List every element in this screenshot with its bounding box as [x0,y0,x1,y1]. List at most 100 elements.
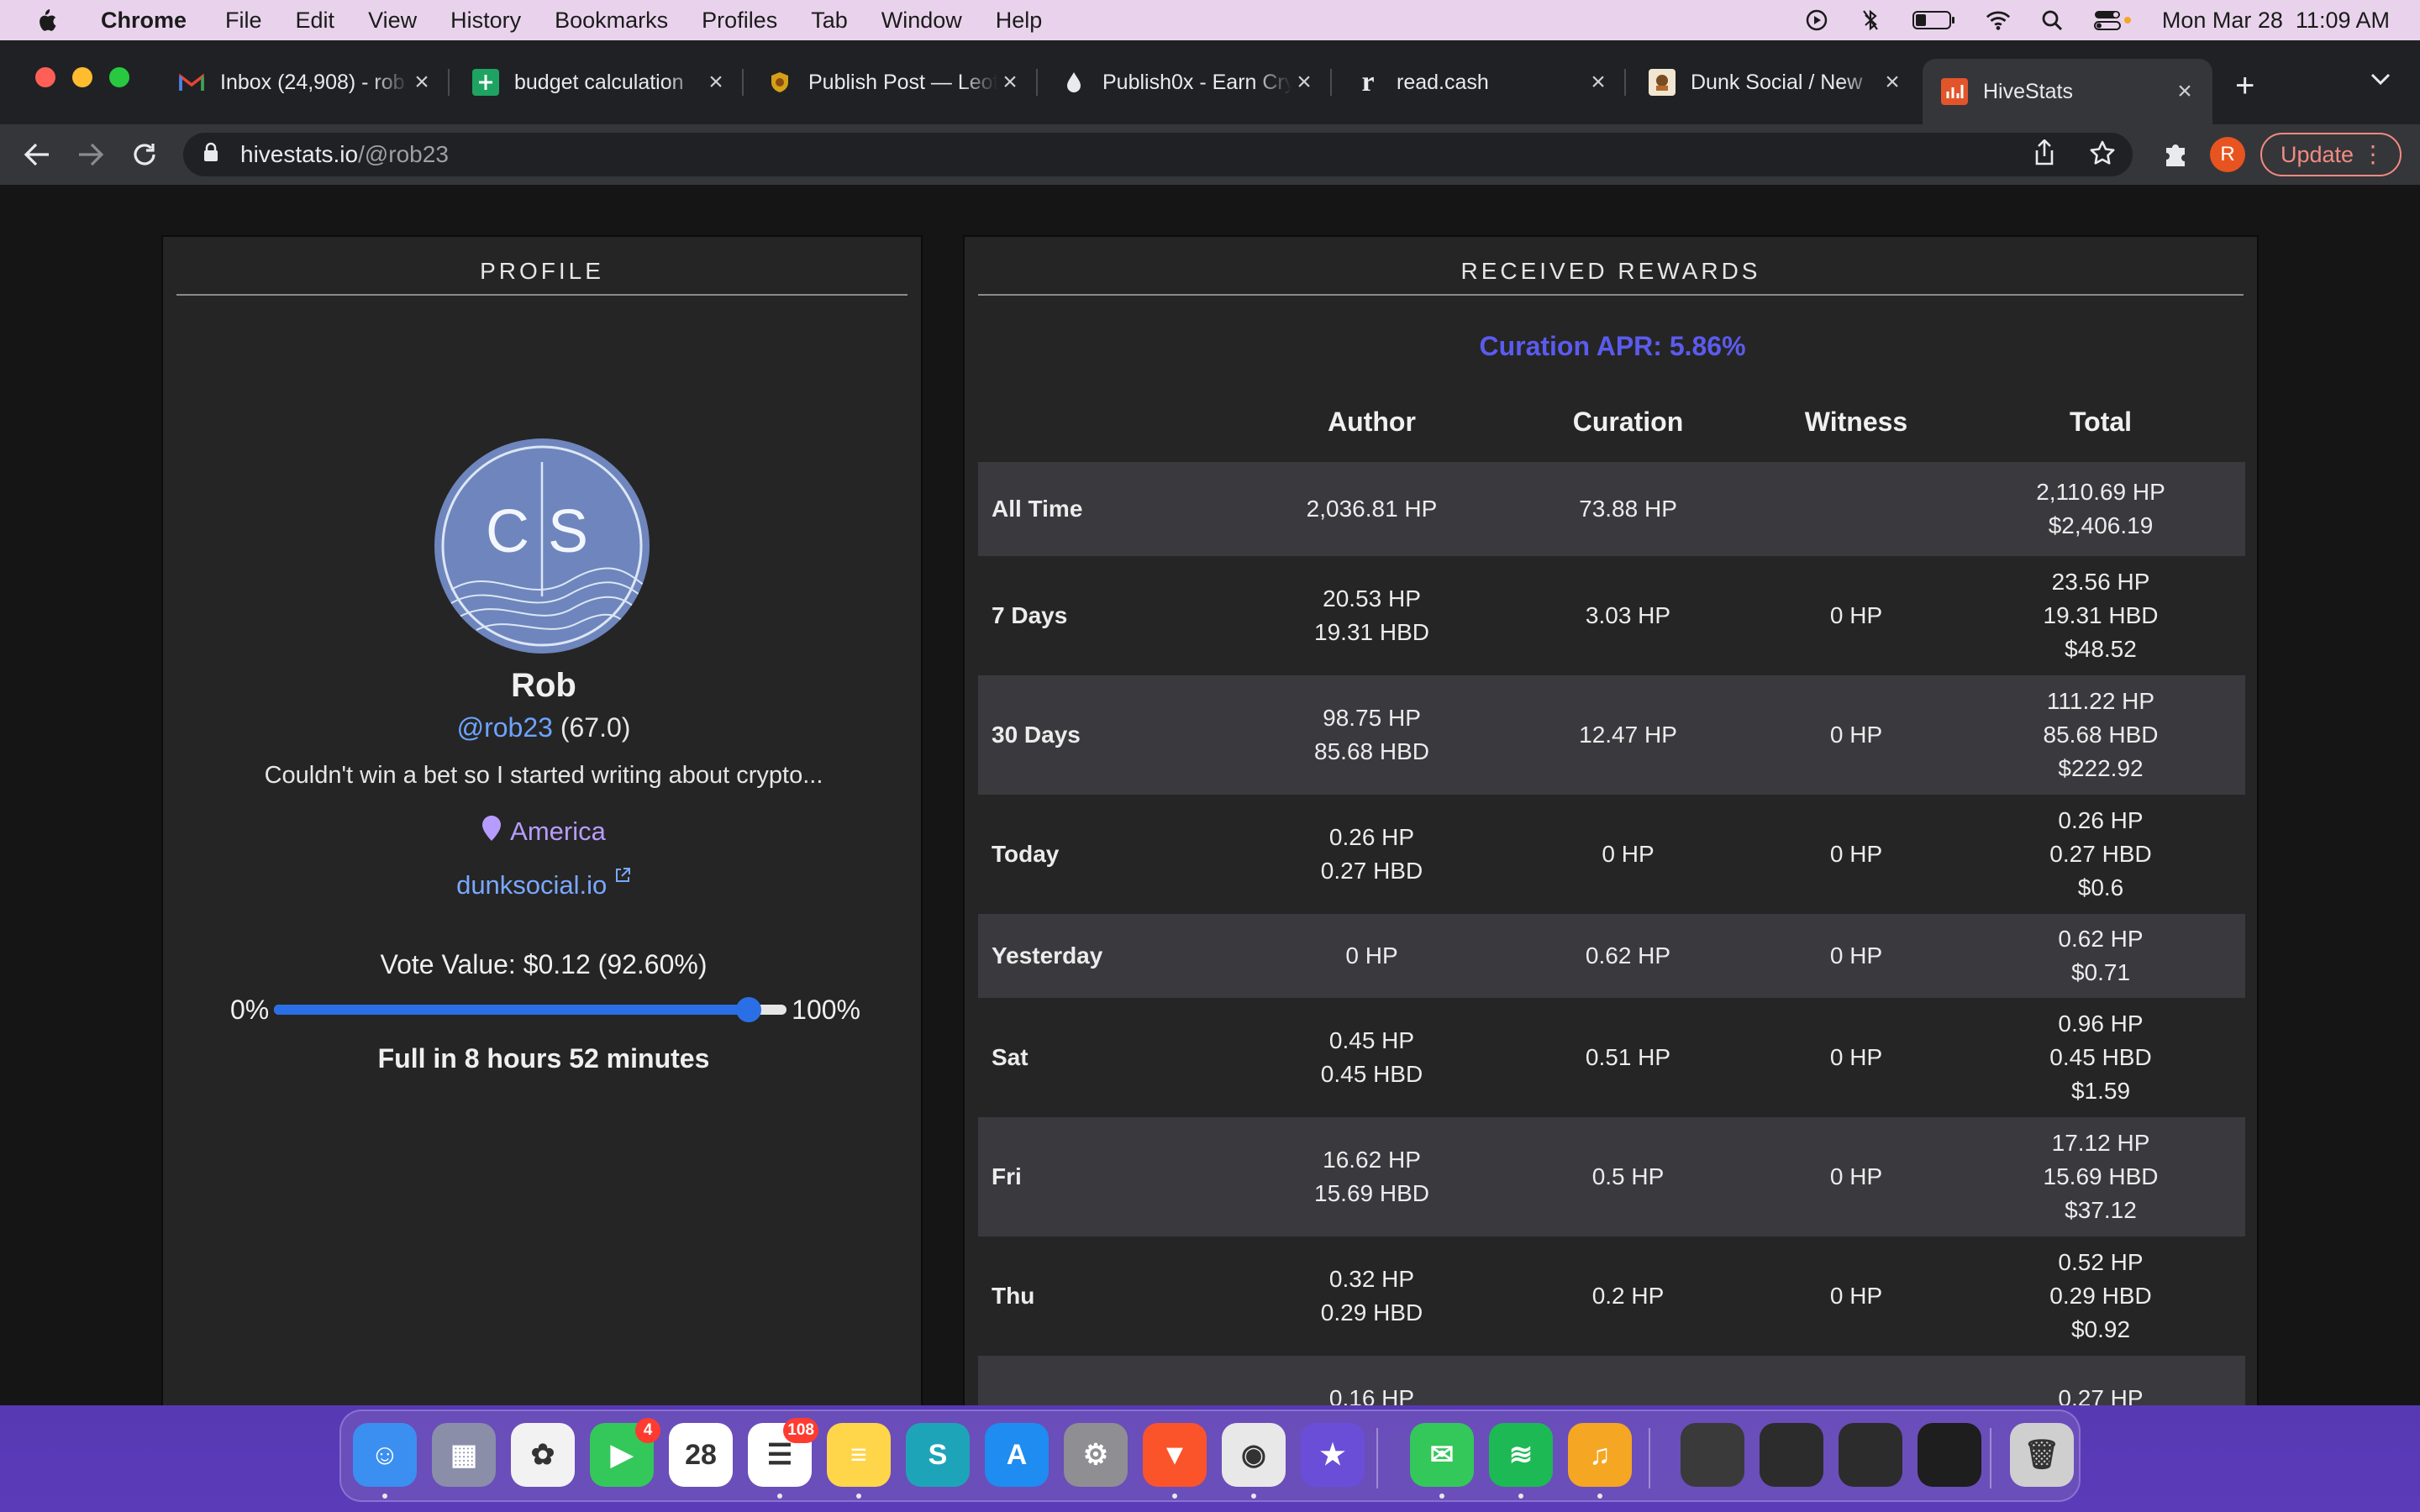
spotify-icon[interactable]: ≋ [1489,1423,1553,1487]
close-tab-icon[interactable]: × [1586,68,1611,97]
apple-menu-icon[interactable] [30,5,60,35]
menu-help[interactable]: Help [979,8,1060,34]
column-header-author: Author [1328,406,1416,437]
tab-publish-post[interactable]: Publish Post — Leofinance × [748,59,1038,106]
total-cell: 17.12 HP 15.69 HBD $37.12 [1956,1117,2245,1236]
witness-cell: 0 HP [1756,1117,1956,1236]
garageband-icon[interactable]: ♫ [1568,1423,1632,1487]
menu-profiles[interactable]: Profiles [685,8,794,34]
page-content: PROFILE CS Rob @rob23 (67.0) Couldn't wi… [0,185,2420,1405]
media-play-icon[interactable] [1804,8,1829,33]
profile-name: Rob [511,667,576,704]
close-tab-icon[interactable]: × [2172,77,2197,106]
imovie-icon[interactable]: ★ [1301,1423,1365,1487]
spotlight-search-icon[interactable] [2039,8,2065,33]
witness-cell-value: 0 HP [1756,1399,1956,1405]
settings-icon[interactable]: ⚙ [1064,1423,1128,1487]
witness-cell-value: 0 HP [1829,1044,1883,1070]
menu-window[interactable]: Window [865,8,979,34]
profile-avatar-button[interactable]: R [2210,137,2245,172]
menu-view[interactable]: View [351,8,434,34]
window-preview-2-icon[interactable] [1760,1423,1823,1487]
witness-cell: 0 HP [1756,556,1956,675]
reminders-icon[interactable]: ☰ 108 [748,1418,818,1487]
rewards-heading: RECEIVED REWARDS [978,249,2244,296]
wifi-icon[interactable] [1986,8,2011,33]
close-tab-icon[interactable]: × [703,68,729,97]
menu-bookmarks[interactable]: Bookmarks [538,8,685,34]
more-menu-icon[interactable]: ⋮ [2361,143,2385,166]
update-button[interactable]: Update ⋮ [2260,133,2402,176]
close-tab-icon[interactable]: × [409,68,434,97]
author-cell-value: 0.32 HP [1328,1266,1415,1292]
bookmark-star-icon[interactable] [2089,139,2116,172]
window-preview-4-icon[interactable] [1918,1423,1981,1487]
tab-search-icon[interactable] [2370,72,2391,90]
close-tab-icon[interactable]: × [1292,68,1317,97]
period-cell-value: All Time [992,496,1083,522]
appstore-icon[interactable]: A [985,1423,1049,1487]
address-bar[interactable]: hivestats.io/@rob23 [183,133,2133,176]
new-tab-button[interactable]: + [2235,67,2254,105]
voting-power-slider[interactable]: 0% 100% [230,991,860,1028]
total-cell-value: 0.52 HP [2058,1249,2144,1275]
website-link[interactable]: dunksocial.io [456,870,607,900]
tab-gmail[interactable]: Inbox (24,908) - rob × [160,59,450,106]
total-cell-value: 0.27 HP [2058,1385,2144,1405]
tab-publish0x[interactable]: Publish0x - Earn Crypto × [1042,59,1332,106]
notes-icon[interactable]: ≡ [827,1423,891,1487]
table-row: Thu 0.32 HP 0.29 HBD 0.2 HP 0 HP 0.52 HP 0.29 … [978,1236,2245,1356]
lock-icon[interactable] [203,141,218,168]
window-preview-1-icon[interactable] [1681,1423,1744,1487]
tab-dunk-social[interactable]: Dunk Social / New × [1630,59,1920,106]
author-cell: 0 HP [1244,914,1500,998]
back-icon[interactable] [20,138,54,171]
extensions-puzzle-icon[interactable] [2161,139,2190,172]
table-row: 7 Days 20.53 HP 19.31 HBD 3.03 HP 0 HP 23.56 … [978,556,2245,675]
menu-clock[interactable]: Mon Mar 28 11:09 AM [2162,8,2390,34]
finder-icon[interactable]: ☺ [353,1423,417,1487]
tab-read-cash[interactable]: r read.cash × [1336,59,1626,106]
slider-thumb[interactable] [735,997,761,1022]
curation-cell-value: 0 HP [1602,841,1655,867]
menu-tab[interactable]: Tab [794,8,865,34]
author-cell-value: 0.45 HP [1328,1027,1415,1053]
close-tab-icon[interactable]: × [1880,68,1905,97]
profile-website[interactable]: dunksocial.io [163,867,924,900]
share-icon[interactable] [2033,139,2055,172]
messages-icon[interactable]: ✉ [1410,1423,1474,1487]
menu-history[interactable]: History [434,8,538,34]
dock-separator [1649,1428,1650,1488]
close-tab-icon[interactable]: × [997,68,1023,97]
calendar-icon[interactable]: 28 [669,1423,733,1487]
location-text: America [510,816,606,846]
tab-budget-calculation[interactable]: budget calculation × [454,59,744,106]
facetime-icon[interactable]: ▶ 4 [590,1418,660,1487]
profile-handle-link[interactable]: @rob23 [457,712,553,743]
close-window-button[interactable] [35,67,55,87]
minimize-window-button[interactable] [72,67,92,87]
brave-icon[interactable]: ▼ [1143,1423,1207,1487]
trash-icon[interactable]: 🗑 [2010,1423,2074,1487]
menu-app-name[interactable]: Chrome [89,8,208,34]
control-center-icon[interactable] [2093,8,2133,33]
leofinance-icon [766,69,793,96]
zoom-window-button[interactable] [109,67,129,87]
total-cell-value: $48.52 [2065,636,2137,662]
window-preview-3-icon[interactable] [1839,1423,1902,1487]
chrome-icon[interactable]: ◉ [1222,1423,1286,1487]
menu-edit[interactable]: Edit [279,8,352,34]
witness-cell [1756,462,1956,556]
surfshark-icon[interactable]: S [906,1423,970,1487]
photos-icon[interactable]: ✿ [511,1423,575,1487]
bluetooth-off-icon[interactable] [1858,8,1883,33]
battery-icon[interactable] [1912,8,1957,33]
forward-icon[interactable] [74,138,108,171]
menu-file[interactable]: File [208,8,279,34]
author-cell-value: 19.31 HBD [1314,619,1429,645]
table-header-row: Author Curation Witness Total [978,381,2245,462]
slider-track[interactable] [274,997,786,1022]
tab-hivestats[interactable]: HiveStats × [1923,59,2212,124]
launchpad-icon[interactable]: ▦ [432,1423,496,1487]
reload-icon[interactable] [128,138,161,171]
